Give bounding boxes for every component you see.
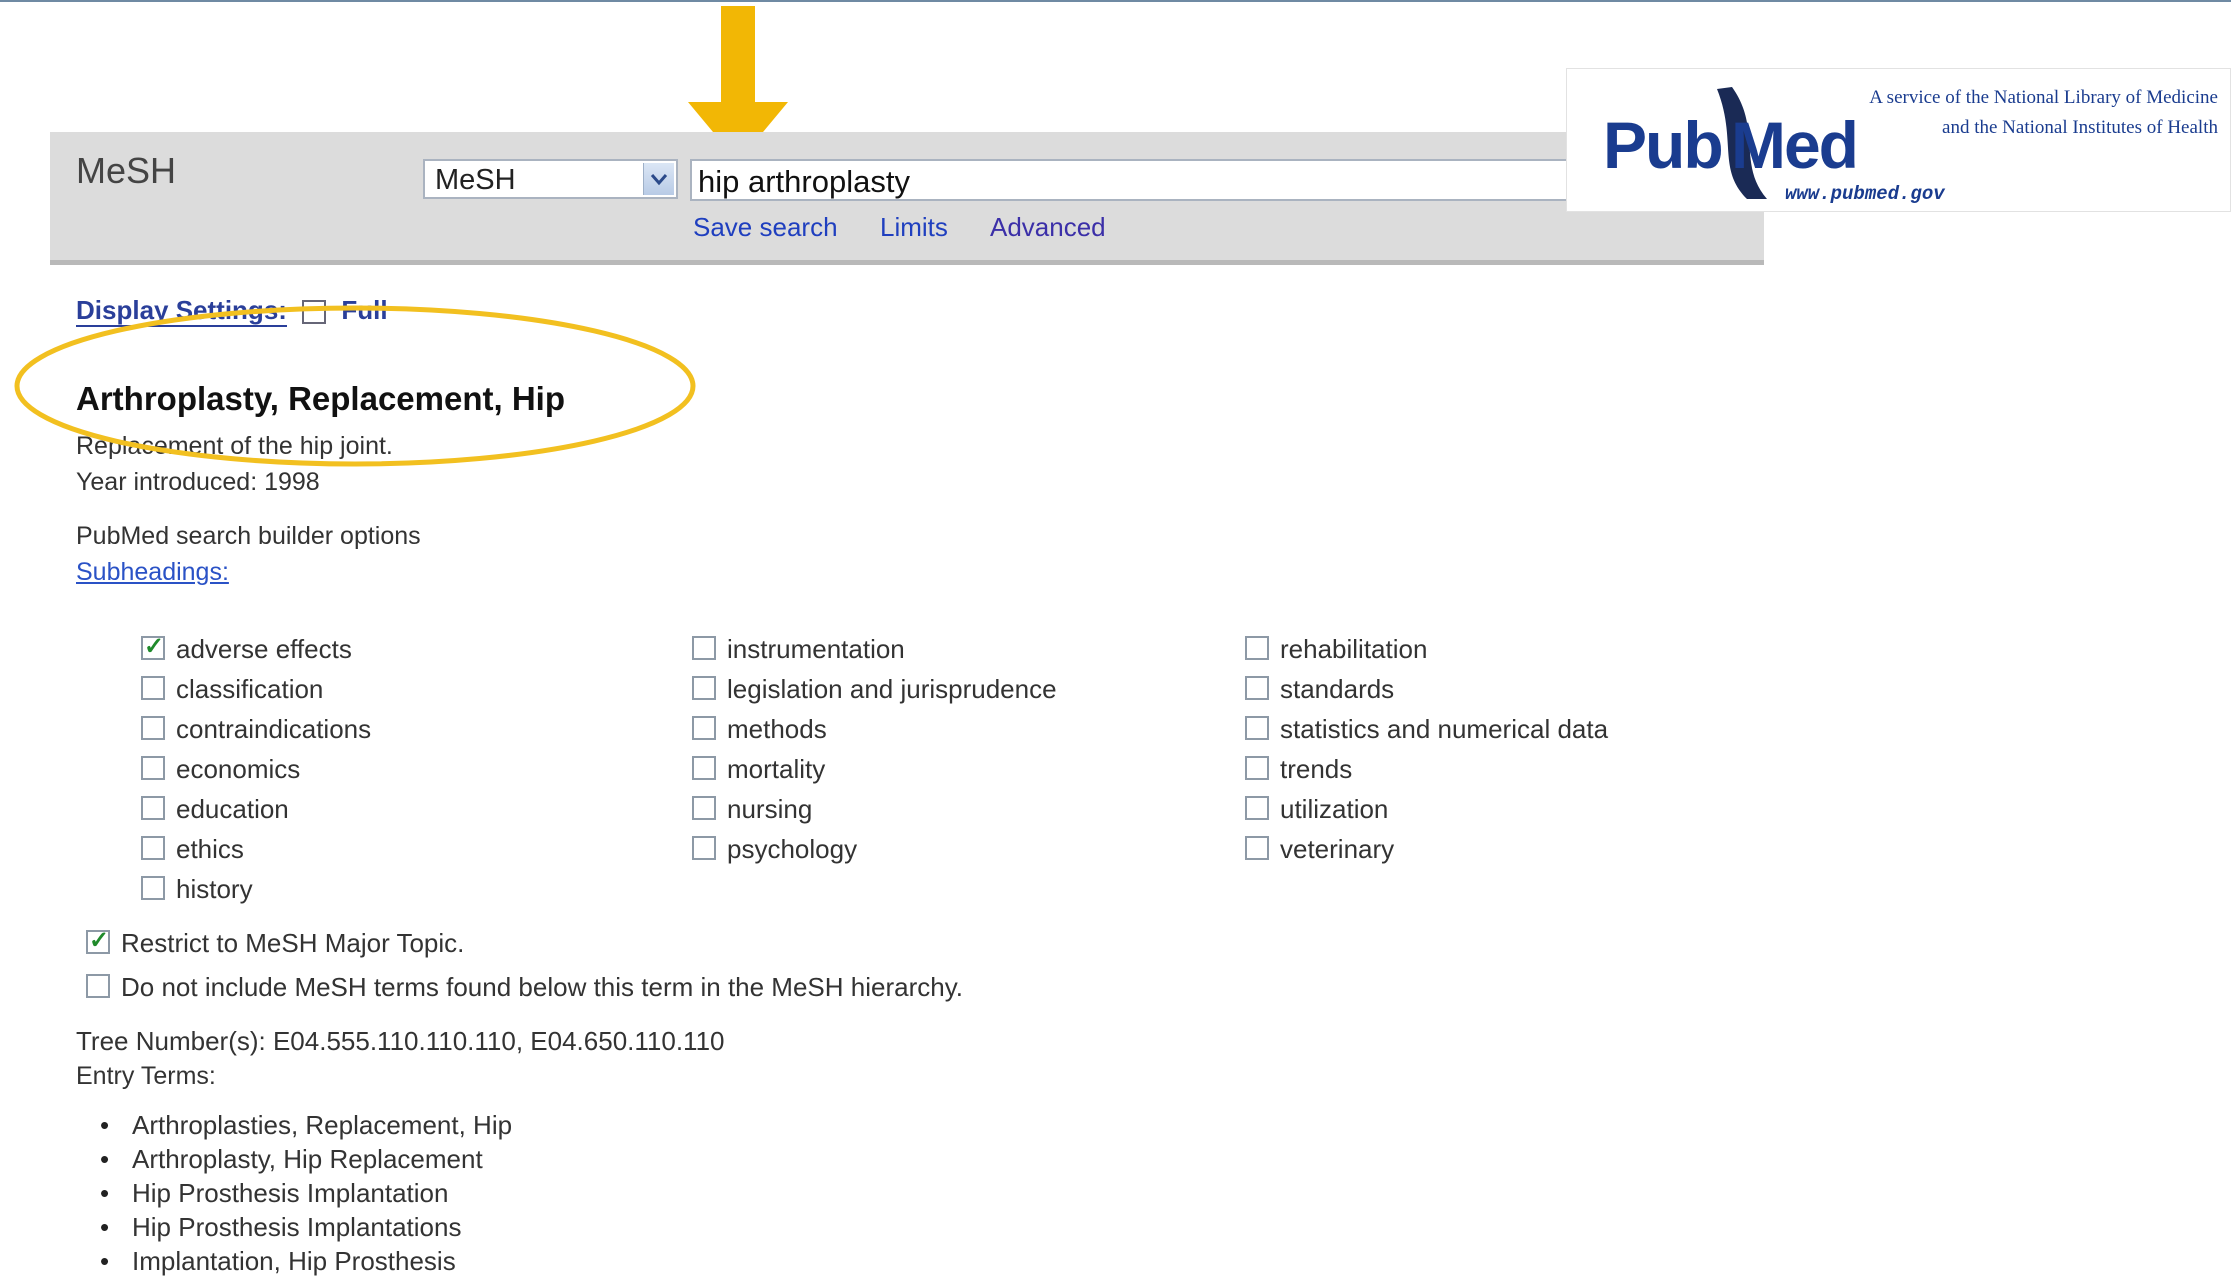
logo-url: www.pubmed.gov: [1785, 183, 1945, 205]
builder-heading: PubMed search builder options: [76, 522, 421, 550]
subheading-label: rehabilitation: [1280, 634, 1428, 664]
subheading-label: classification: [176, 674, 324, 704]
search-bar: MeSH MeSH hip arthroplasty Save search L…: [50, 132, 1764, 265]
subheading-checkbox[interactable]: [141, 796, 165, 820]
logo-tagline-1: A service of the National Library of Med…: [1869, 87, 2218, 108]
database-select[interactable]: MeSH: [423, 159, 678, 199]
subheading-checkbox[interactable]: [141, 632, 165, 662]
save-search-link[interactable]: Save search: [693, 212, 838, 243]
chevron-down-icon[interactable]: [643, 163, 674, 195]
entry-term: Arthroplasties, Replacement, Hip: [100, 1108, 512, 1142]
database-label: MeSH: [76, 150, 177, 191]
subheading-label: methods: [727, 714, 827, 744]
subheading-checkbox[interactable]: [1245, 756, 1269, 780]
entry-term: Hip Prosthesis Implantation: [100, 1176, 512, 1210]
pubmed-logo[interactable]: Pub Med www.pubmed.gov A service of the …: [1566, 68, 2231, 212]
logo-med: Med: [1731, 108, 1859, 182]
tree-numbers: Tree Number(s): E04.555.110.110.110, E04…: [76, 1026, 725, 1056]
entry-term: Hip Prosthesis Implantations: [100, 1210, 512, 1244]
subheading-label: utilization: [1280, 794, 1389, 824]
subheading-label: trends: [1280, 754, 1353, 784]
subheading-label: veterinary: [1280, 834, 1395, 864]
subheading-label: instrumentation: [727, 634, 905, 664]
entry-terms-heading: Entry Terms:: [76, 1062, 216, 1090]
subheading-label: mortality: [727, 754, 826, 784]
subheading-checkbox[interactable]: [141, 876, 165, 900]
subheading-label: contraindications: [176, 714, 372, 744]
top-border: [0, 0, 2231, 2]
logo-tagline-2: and the National Institutes of Health: [1942, 117, 2218, 138]
subheading-checkbox[interactable]: [692, 796, 716, 820]
subheading-checkbox[interactable]: [141, 836, 165, 860]
subheading-label: ethics: [176, 834, 244, 864]
subheading-label: psychology: [727, 834, 858, 864]
subheading-label: statistics and numerical data: [1280, 714, 1609, 744]
subheading-label: adverse effects: [176, 634, 352, 664]
subheading-checkbox[interactable]: [141, 756, 165, 780]
entry-term: Implantation, Hip Prosthesis: [100, 1244, 512, 1278]
restrict-major-topic-checkbox[interactable]: [86, 926, 110, 956]
logo-pub: Pub: [1603, 108, 1724, 182]
no-explode-label: Do not include MeSH terms found below th…: [121, 972, 963, 1002]
subheading-checkbox[interactable]: [141, 676, 165, 700]
limits-link[interactable]: Limits: [880, 212, 948, 243]
subheading-label: legislation and jurisprudence: [727, 674, 1057, 704]
subheading-checkbox[interactable]: [1245, 836, 1269, 860]
search-query: hip arthroplasty: [698, 164, 910, 199]
subheading-label: history: [176, 874, 253, 904]
advanced-link[interactable]: Advanced: [990, 212, 1106, 243]
subheading-checkbox[interactable]: [692, 676, 716, 700]
subheading-checkbox[interactable]: [1245, 716, 1269, 740]
subheading-checkbox[interactable]: [1245, 676, 1269, 700]
entry-terms-list: Arthroplasties, Replacement, Hip Arthrop…: [100, 1108, 512, 1278]
subheading-label: nursing: [727, 794, 813, 824]
subheading-label: standards: [1280, 674, 1395, 704]
subheading-checkbox[interactable]: [141, 716, 165, 740]
subheading-checkbox[interactable]: [1245, 796, 1269, 820]
subheading-checkbox[interactable]: [692, 756, 716, 780]
subheading-label: education: [176, 794, 289, 824]
restrict-major-topic-label: Restrict to MeSH Major Topic.: [121, 928, 465, 958]
subheading-checkbox[interactable]: [692, 636, 716, 660]
no-explode-checkbox[interactable]: [86, 974, 110, 998]
highlight-ellipse: [14, 305, 696, 467]
subheading-checkbox[interactable]: [1245, 636, 1269, 660]
database-select-value: MeSH: [435, 164, 516, 196]
year-introduced: Year introduced: 1998: [76, 468, 320, 496]
subheading-checkbox[interactable]: [692, 716, 716, 740]
subheading-checkbox[interactable]: [692, 836, 716, 860]
subheadings-link[interactable]: Subheadings:: [76, 558, 229, 587]
entry-term: Arthroplasty, Hip Replacement: [100, 1142, 512, 1176]
subheading-label: economics: [176, 754, 301, 784]
